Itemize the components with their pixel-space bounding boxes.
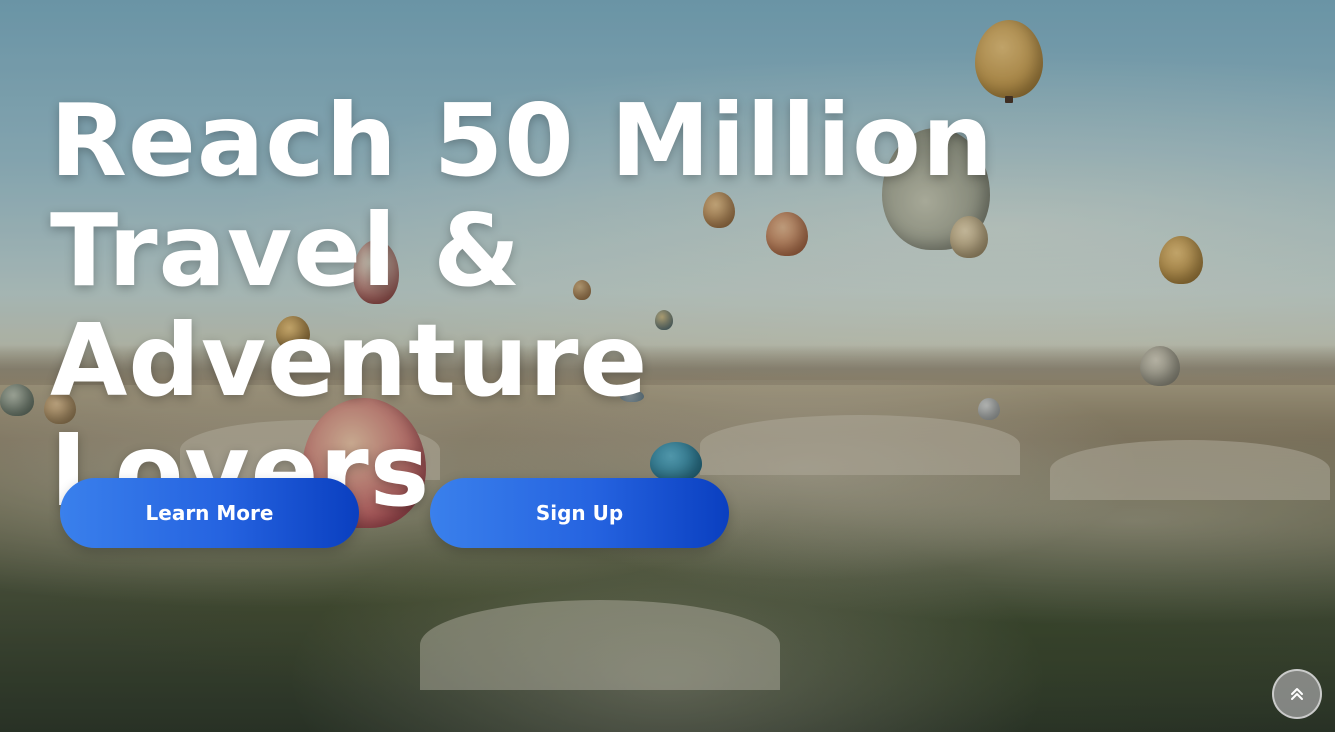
scroll-to-top-button[interactable] (1272, 669, 1322, 719)
sign-up-button[interactable]: Sign Up (430, 478, 729, 548)
double-chevron-up-icon (1291, 688, 1303, 700)
headline-line: Reach 50 Million (50, 82, 995, 199)
hero-headline: Reach 50 Million Travel & Adventure Love… (50, 86, 1050, 526)
learn-more-button[interactable]: Learn More (60, 478, 359, 548)
headline-line: Travel & Adventure (50, 192, 649, 419)
hero-section: Reach 50 Million Travel & Adventure Love… (0, 0, 1335, 732)
